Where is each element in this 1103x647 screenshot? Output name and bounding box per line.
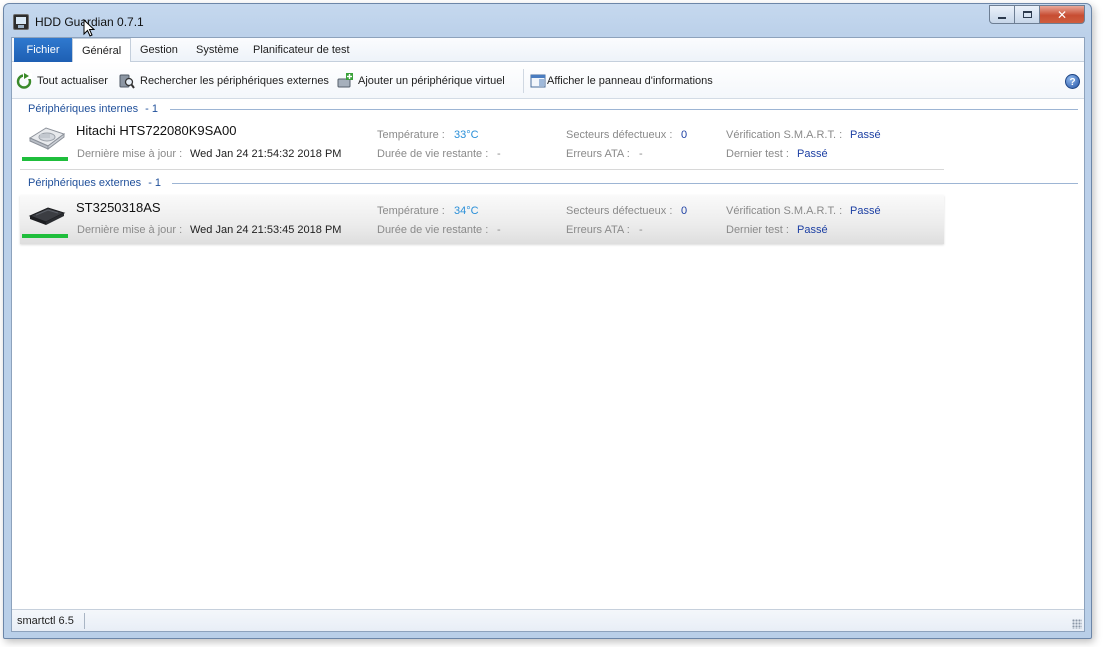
device-name: Hitachi HTS722080K9SA00 — [76, 123, 237, 138]
lifetime-value: - — [497, 224, 501, 236]
add-virtual-device-icon — [337, 73, 353, 89]
close-icon: ✕ — [1056, 7, 1068, 22]
app-icon — [13, 14, 29, 30]
external-devices-title: Périphériques externes — [28, 177, 142, 189]
show-info-panel-label: Afficher le panneau d'informations — [547, 75, 713, 87]
external-drive-icon — [26, 201, 66, 227]
maximize-icon — [1022, 11, 1032, 18]
status-smartctl-version: smartctl 6.5 — [17, 615, 74, 627]
ata-errors-label: Erreurs ATA : — [566, 148, 630, 160]
last-test-label: Dernier test : — [726, 148, 789, 160]
add-virtual-device-button[interactable]: Ajouter un périphérique virtuel — [337, 73, 505, 89]
tab-planificateur[interactable]: Planificateur de test — [244, 38, 359, 62]
ribbon-tabs: Fichier Général Gestion Système Planific… — [12, 38, 1084, 63]
temperature-value: 33°C — [454, 129, 479, 141]
last-update-label: Dernière mise à jour : — [77, 224, 183, 236]
tab-systeme[interactable]: Système — [187, 38, 248, 62]
search-external-button[interactable]: Rechercher les périphériques externes — [119, 73, 329, 89]
last-test-value: Passé — [797, 148, 828, 160]
minimize-button[interactable] — [989, 5, 1015, 24]
section-divider — [172, 183, 1078, 184]
add-virtual-device-label: Ajouter un périphérique virtuel — [358, 75, 505, 87]
search-external-label: Rechercher les périphériques externes — [140, 75, 329, 87]
client-area: Fichier Général Gestion Système Planific… — [11, 37, 1085, 632]
smart-check-value: Passé — [850, 205, 881, 217]
tab-fichier[interactable]: Fichier — [14, 38, 72, 62]
ata-errors-value: - — [639, 148, 643, 160]
tab-gestion[interactable]: Gestion — [131, 38, 187, 62]
title-bar[interactable]: HDD Guardian 0.7.1 ✕ — [4, 4, 1091, 37]
last-update-label: Dernière mise à jour : — [77, 148, 183, 160]
external-devices-heading: Périphériques externes - 1 — [28, 177, 161, 189]
last-test-label: Dernier test : — [726, 224, 789, 236]
internal-devices-heading: Périphériques internes - 1 — [28, 103, 158, 115]
last-test-value: Passé — [797, 224, 828, 236]
temperature-value: 34°C — [454, 205, 479, 217]
bad-sectors-label: Secteurs défectueux : — [566, 205, 673, 217]
window-controls: ✕ — [989, 5, 1085, 24]
internal-devices-title: Périphériques internes — [28, 103, 139, 115]
lifetime-label: Durée de vie restante : — [377, 224, 489, 236]
tab-general[interactable]: Général — [72, 38, 132, 63]
health-indicator — [22, 157, 68, 161]
refresh-all-button[interactable]: Tout actualiser — [16, 73, 108, 89]
temperature-label: Température : — [377, 205, 445, 217]
ribbon-separator — [523, 69, 524, 93]
refresh-icon — [16, 73, 32, 89]
section-divider — [170, 109, 1078, 110]
ata-errors-label: Erreurs ATA : — [566, 224, 630, 236]
bad-sectors-value: 0 — [681, 129, 688, 141]
search-device-icon — [119, 73, 135, 89]
info-panel-icon — [530, 73, 546, 89]
lifetime-value: - — [497, 148, 501, 160]
status-separator — [84, 613, 85, 629]
minimize-icon — [998, 16, 1006, 19]
status-bar: smartctl 6.5 — [12, 609, 1084, 631]
device-row-external[interactable]: ST3250318AS Dernière mise à jour : Wed J… — [20, 195, 944, 244]
device-name: ST3250318AS — [76, 200, 161, 215]
device-row-internal[interactable]: Hitachi HTS722080K9SA00 Dernière mise à … — [20, 118, 944, 167]
health-indicator — [22, 234, 68, 238]
hard-drive-icon — [26, 124, 66, 150]
smart-check-value: Passé — [850, 129, 881, 141]
refresh-all-label: Tout actualiser — [37, 75, 108, 87]
bad-sectors-value: 0 — [681, 205, 688, 217]
close-button[interactable]: ✕ — [1040, 5, 1085, 24]
main-window: HDD Guardian 0.7.1 ✕ Fichier Général Ges… — [3, 3, 1092, 639]
ribbon-toolbar: Tout actualiser Rechercher les périphéri… — [12, 62, 1084, 99]
external-devices-count: - 1 — [148, 177, 162, 189]
show-info-panel-button[interactable]: Afficher le panneau d'informations — [530, 73, 713, 89]
resize-grip-icon[interactable] — [1072, 619, 1082, 629]
last-update-value: Wed Jan 24 21:54:32 2018 PM — [190, 148, 342, 160]
ata-errors-value: - — [639, 224, 643, 236]
internal-devices-count: - 1 — [145, 103, 158, 115]
smart-check-label: Vérification S.M.A.R.T. : — [726, 205, 843, 217]
smart-check-label: Vérification S.M.A.R.T. : — [726, 129, 843, 141]
device-divider — [20, 169, 944, 170]
last-update-value: Wed Jan 24 21:53:45 2018 PM — [190, 224, 342, 236]
help-icon[interactable]: ? — [1065, 74, 1080, 89]
bad-sectors-label: Secteurs défectueux : — [566, 129, 673, 141]
lifetime-label: Durée de vie restante : — [377, 148, 489, 160]
maximize-button[interactable] — [1015, 5, 1040, 24]
temperature-label: Température : — [377, 129, 445, 141]
